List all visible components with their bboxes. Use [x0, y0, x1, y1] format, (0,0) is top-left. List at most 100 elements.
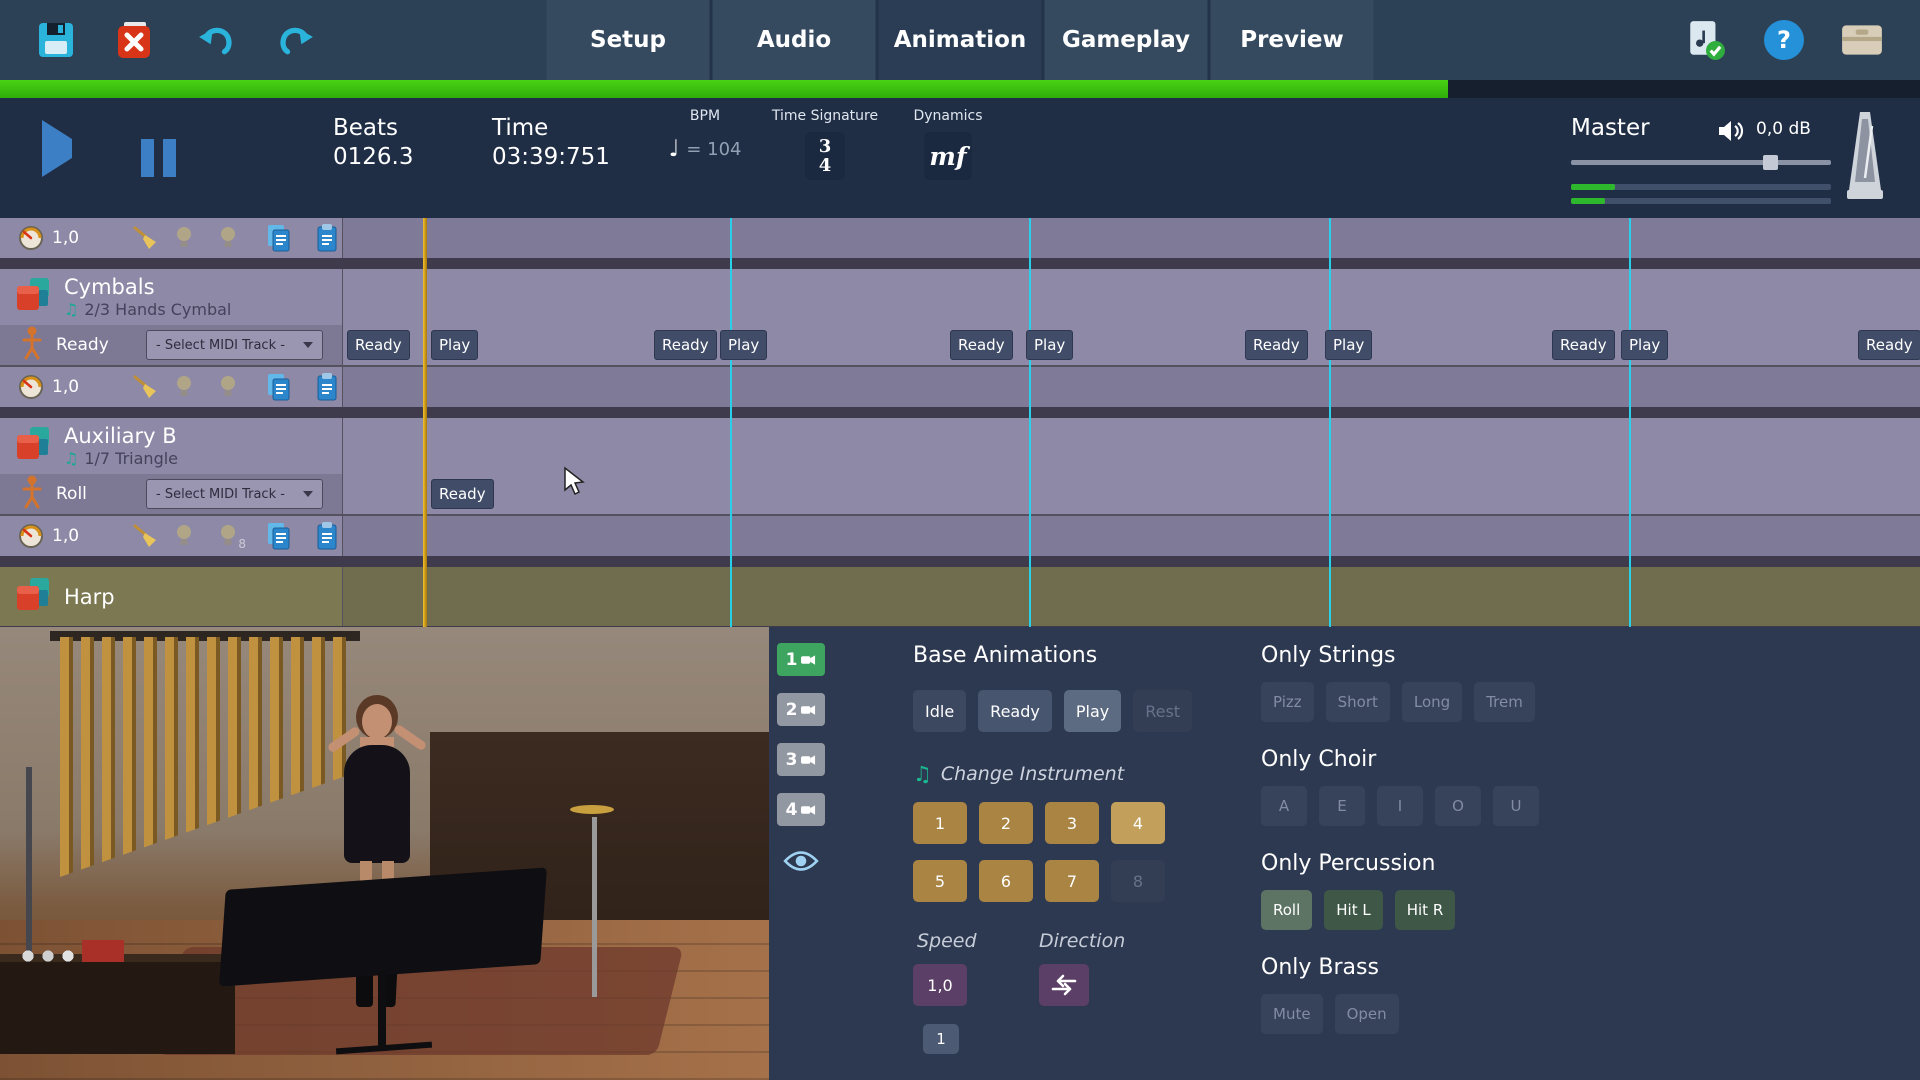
clip-lane-cymbals[interactable]: ReadyPlayReadyPlayReadyPlayReadyPlayRead… [343, 325, 1920, 365]
track-header-auxiliary-b[interactable]: Auxiliary B ♫1/7 Triangle [0, 418, 1920, 474]
clip-play[interactable]: Play [431, 330, 478, 360]
instrument-7-button[interactable]: 7 [1045, 860, 1099, 902]
speed-gauge-icon[interactable] [18, 523, 44, 549]
tab-preview[interactable]: Preview [1211, 0, 1374, 80]
clip-ready[interactable]: Ready [1858, 330, 1920, 360]
instrument-1-button[interactable]: 1 [913, 802, 967, 844]
instrument-3-button[interactable]: 3 [1045, 802, 1099, 844]
song-progress-bar[interactable] [0, 80, 1920, 98]
tab-audio[interactable]: Audio [713, 0, 876, 80]
clip-ready[interactable]: Ready [950, 330, 1013, 360]
help-icon[interactable]: ? [1762, 18, 1806, 62]
filter-roll-button[interactable]: Roll [1261, 890, 1312, 930]
filter-section-title: Only Strings [1261, 643, 1920, 668]
track-speed-value[interactable]: 1,0 [52, 526, 82, 546]
dynamics-control[interactable]: Dynamics mf [898, 108, 998, 180]
track-header-cymbals[interactable]: Cymbals ♫2/3 Hands Cymbal [0, 269, 1920, 325]
copy-icon[interactable] [266, 521, 292, 551]
track-speed-value[interactable]: 1,0 [52, 228, 82, 248]
clip-play[interactable]: Play [1325, 330, 1372, 360]
song-progress-fill [0, 80, 1448, 98]
loop-count-button[interactable]: 1 [923, 1024, 959, 1054]
performer-icon [20, 475, 44, 513]
light-bulb-2-icon[interactable] [218, 225, 238, 251]
paste-icon[interactable] [314, 372, 340, 402]
bpm-control[interactable]: BPM ♩ = 104 [650, 108, 760, 162]
anim-play-button[interactable]: Play [1064, 690, 1121, 732]
track-lane[interactable] [343, 269, 1920, 325]
track-lane[interactable] [343, 218, 1920, 258]
clip-ready[interactable]: Ready [654, 330, 717, 360]
track-lane[interactable] [343, 418, 1920, 474]
instrument-5-button[interactable]: 5 [913, 860, 967, 902]
camera-button-4[interactable]: 4 [777, 793, 825, 826]
midi-track-select[interactable]: - Select MIDI Track - [146, 330, 323, 360]
play-button[interactable] [42, 139, 72, 158]
eye-visibility-icon[interactable] [783, 849, 819, 877]
filter-hit-l-button[interactable]: Hit L [1324, 890, 1382, 930]
clip-ready[interactable]: Ready [1245, 330, 1308, 360]
clip-play[interactable]: Play [1621, 330, 1668, 360]
table-discs [18, 948, 78, 964]
pause-button[interactable] [141, 139, 176, 177]
filter-button-row: MuteOpen [1261, 994, 1920, 1034]
anim-idle-button[interactable]: Idle [913, 690, 966, 732]
clip-play[interactable]: Play [1026, 330, 1073, 360]
track-speed-value[interactable]: 1,0 [52, 377, 82, 397]
clear-clips-icon[interactable] [132, 225, 158, 251]
paste-icon[interactable] [314, 521, 340, 551]
copy-icon[interactable] [266, 372, 292, 402]
speed-gauge-icon[interactable] [18, 225, 44, 251]
light-bulb-2-icon[interactable] [218, 374, 238, 400]
clip-ready[interactable]: Ready [431, 479, 494, 509]
track-lane[interactable] [343, 567, 1920, 626]
undo-icon[interactable] [194, 18, 238, 62]
3d-viewport[interactable] [0, 627, 769, 1080]
volume-slider-handle[interactable] [1763, 155, 1778, 170]
left-stand-pole [26, 767, 32, 962]
light-bulb-2-icon[interactable]: 8 [218, 523, 238, 549]
light-bulb-icon[interactable] [174, 374, 194, 400]
midi-track-select[interactable]: - Select MIDI Track - [146, 479, 323, 509]
time-signature-control[interactable]: Time Signature 3 4 [770, 108, 880, 180]
clear-clips-icon[interactable] [132, 523, 158, 549]
library-icon[interactable] [1840, 18, 1884, 62]
clip-lane-auxiliary-b[interactable]: Ready [343, 474, 1920, 514]
playhead[interactable] [423, 218, 427, 627]
redo-icon[interactable] [274, 18, 318, 62]
metronome-icon[interactable] [1845, 110, 1885, 206]
clip-ready[interactable]: Ready [1552, 330, 1615, 360]
camera-button-1[interactable]: 1 [777, 643, 825, 676]
tab-setup[interactable]: Setup [547, 0, 710, 80]
tab-animation[interactable]: Animation [879, 0, 1042, 80]
master-volume-slider[interactable] [1571, 160, 1831, 165]
export-midi-check-icon[interactable] [1684, 18, 1728, 62]
clip-ready[interactable]: Ready [347, 330, 410, 360]
direction-swap-button[interactable] [1039, 964, 1089, 1006]
track-lane[interactable] [343, 367, 1920, 407]
light-bulb-icon[interactable] [174, 225, 194, 251]
delete-file-icon[interactable] [114, 18, 158, 62]
clear-clips-icon[interactable] [132, 374, 158, 400]
file-actions [34, 0, 318, 80]
save-icon[interactable] [34, 18, 78, 62]
instrument-2-button[interactable]: 2 [979, 802, 1033, 844]
track-title-cell: Auxiliary B ♫1/7 Triangle [0, 418, 343, 474]
clip-play[interactable]: Play [720, 330, 767, 360]
copy-icon[interactable] [266, 223, 292, 253]
speaker-icon[interactable] [1716, 118, 1746, 148]
camera-button-3[interactable]: 3 [777, 743, 825, 776]
camera-button-2[interactable]: 2 [777, 693, 825, 726]
paste-icon[interactable] [314, 223, 340, 253]
light-bulb-icon[interactable] [174, 523, 194, 549]
track-subtitle: 1/7 Triangle [84, 449, 178, 468]
speed-value-button[interactable]: 1,0 [913, 964, 967, 1006]
track-lane[interactable] [343, 516, 1920, 556]
instrument-6-button[interactable]: 6 [979, 860, 1033, 902]
speed-gauge-icon[interactable] [18, 374, 44, 400]
tab-gameplay[interactable]: Gameplay [1045, 0, 1208, 80]
instrument-4-button[interactable]: 4 [1111, 802, 1165, 844]
filter-hit-r-button[interactable]: Hit R [1395, 890, 1456, 930]
anim-ready-button[interactable]: Ready [978, 690, 1052, 732]
track-header-harp[interactable]: Harp [0, 567, 1920, 626]
